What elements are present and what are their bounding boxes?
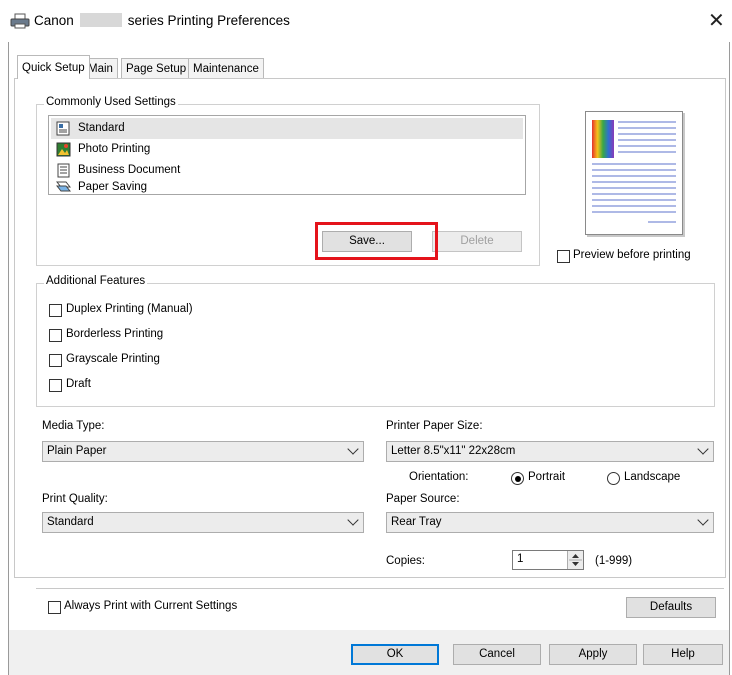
list-item-paper-saving[interactable]: Paper Saving <box>51 181 523 194</box>
save-button-highlight <box>315 222 438 260</box>
divider <box>36 588 724 589</box>
tab-page-setup[interactable]: Page Setup <box>121 58 192 78</box>
media-type-dropdown[interactable]: Plain Paper <box>42 441 364 462</box>
paper-source-dropdown[interactable]: Rear Tray <box>386 512 714 533</box>
chevron-down-icon <box>697 443 709 455</box>
business-document-icon <box>57 163 70 178</box>
photo-printing-icon <box>56 142 71 157</box>
close-button[interactable]: ✕ <box>708 8 725 33</box>
copies-spinner[interactable]: 1 <box>512 550 584 570</box>
commonly-used-settings-label: Commonly Used Settings <box>44 96 178 108</box>
chevron-down-icon <box>347 443 359 455</box>
print-quality-label: Print Quality: <box>42 493 108 505</box>
list-item-label: Photo Printing <box>78 143 151 155</box>
duplex-printing-label: Duplex Printing (Manual) <box>66 303 193 315</box>
preview-before-printing-checkbox[interactable] <box>557 250 570 263</box>
draft-checkbox[interactable] <box>49 379 62 392</box>
window-title-prefix: Canon <box>34 13 74 28</box>
list-item-photo-printing[interactable]: Photo Printing <box>51 139 523 160</box>
additional-features-label: Additional Features <box>44 275 148 287</box>
copies-spin-buttons[interactable] <box>567 551 583 569</box>
print-quality-value: Standard <box>47 516 94 528</box>
grayscale-printing-label: Grayscale Printing <box>66 353 160 365</box>
blurred-model-name <box>79 13 122 27</box>
tab-maintenance[interactable]: Maintenance <box>188 58 264 78</box>
commonly-used-settings-list[interactable]: Standard Photo Printing Business Documen… <box>48 115 526 195</box>
preview-page-image <box>592 120 676 223</box>
preview-thumbnail <box>585 111 683 235</box>
window-title: Canon series Printing Preferences <box>34 13 290 28</box>
duplex-printing-checkbox[interactable] <box>49 304 62 317</box>
print-quality-dropdown[interactable]: Standard <box>42 512 364 533</box>
media-type-label: Media Type: <box>42 420 105 432</box>
list-item-label: Paper Saving <box>78 181 148 193</box>
orientation-landscape-label: Landscape <box>624 471 681 483</box>
help-button[interactable]: Help <box>643 644 723 665</box>
always-print-checkbox[interactable] <box>48 601 61 614</box>
standard-icon <box>56 121 70 136</box>
borderless-printing-label: Borderless Printing <box>66 328 164 340</box>
printer-paper-size-label: Printer Paper Size: <box>386 420 483 432</box>
paper-source-value: Rear Tray <box>391 516 442 528</box>
always-print-label: Always Print with Current Settings <box>64 600 238 612</box>
title-bar: Canon series Printing Preferences ✕ <box>0 0 732 42</box>
additional-features-group <box>36 283 715 407</box>
orientation-landscape-radio[interactable] <box>607 472 620 485</box>
orientation-portrait-radio[interactable] <box>511 472 524 485</box>
cancel-button[interactable]: Cancel <box>453 644 541 665</box>
media-type-value: Plain Paper <box>47 445 107 457</box>
copies-value: 1 <box>517 553 524 565</box>
borderless-printing-checkbox[interactable] <box>49 329 62 342</box>
paper-source-label: Paper Source: <box>386 493 460 505</box>
chevron-down-icon <box>347 514 359 526</box>
apply-button[interactable]: Apply <box>549 644 637 665</box>
copies-range: (1-999) <box>595 555 633 567</box>
ok-button[interactable]: OK <box>351 644 439 665</box>
preview-before-printing-label: Preview before printing <box>573 249 691 261</box>
copies-label: Copies: <box>386 555 425 567</box>
printer-icon <box>10 13 30 29</box>
defaults-button[interactable]: Defaults <box>626 597 716 618</box>
printer-paper-size-value: Letter 8.5"x11" 22x28cm <box>391 445 516 457</box>
paper-saving-icon <box>56 181 71 192</box>
chevron-down-icon <box>697 514 709 526</box>
orientation-label: Orientation: <box>409 471 469 483</box>
list-item-label: Standard <box>78 122 125 134</box>
tab-quick-setup[interactable]: Quick Setup <box>17 55 90 79</box>
delete-button[interactable]: Delete <box>432 231 522 252</box>
grayscale-printing-checkbox[interactable] <box>49 354 62 367</box>
window-title-suffix: series Printing Preferences <box>127 13 290 28</box>
list-item-standard[interactable]: Standard <box>51 118 523 139</box>
orientation-portrait-label: Portrait <box>528 471 566 483</box>
draft-label: Draft <box>66 378 91 390</box>
printer-paper-size-dropdown[interactable]: Letter 8.5"x11" 22x28cm <box>386 441 714 462</box>
spin-arrows-icon <box>569 554 582 566</box>
